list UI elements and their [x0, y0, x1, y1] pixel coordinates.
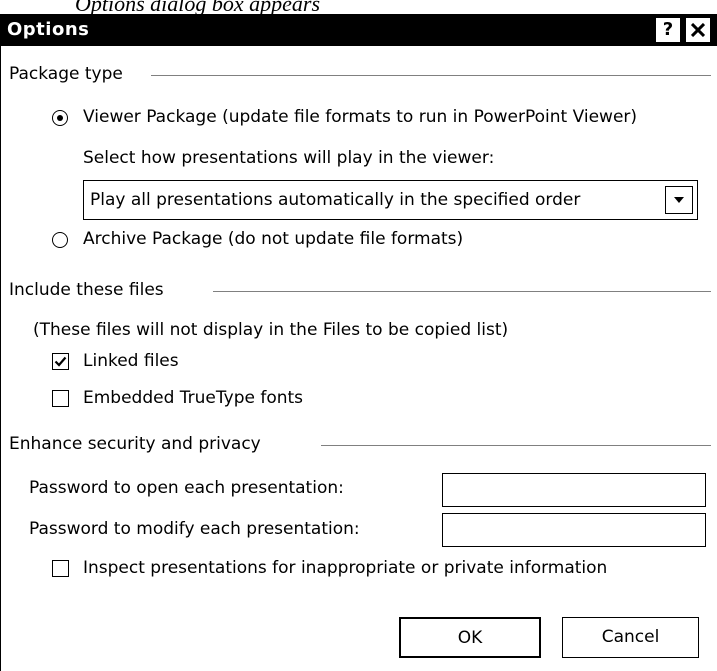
open-password-field[interactable] [442, 473, 706, 507]
linked-files-label[interactable]: Linked files [83, 351, 179, 371]
modify-password-field[interactable] [442, 513, 706, 547]
title-bar: Options ? [1, 14, 717, 46]
dialog-title: Options [7, 19, 90, 40]
include-files-note: (These files will not display in the Fil… [33, 320, 509, 340]
linked-files-checkbox[interactable] [52, 353, 69, 370]
package-type-heading: Package type [9, 64, 123, 84]
inspect-label[interactable]: Inspect presentations for inappropriate … [83, 558, 607, 578]
inspect-checkbox[interactable] [52, 560, 69, 577]
archive-package-label[interactable]: Archive Package (do not update file form… [83, 229, 463, 249]
close-button[interactable] [686, 18, 710, 42]
close-icon [691, 23, 705, 37]
help-button[interactable]: ? [656, 18, 680, 42]
chevron-down-icon [674, 197, 684, 203]
dropdown-arrow-button[interactable] [665, 186, 693, 214]
archive-package-radio[interactable] [52, 232, 68, 248]
open-password-label: Password to open each presentation: [29, 478, 344, 498]
embedded-fonts-label[interactable]: Embedded TrueType fonts [83, 388, 303, 408]
options-dialog: Options ? Package type Viewer Package (u… [0, 14, 717, 671]
play-mode-dropdown[interactable]: Play all presentations automatically in … [83, 180, 698, 220]
cancel-button[interactable]: Cancel [562, 617, 699, 658]
modify-password-label: Password to modify each presentation: [29, 519, 360, 539]
play-mode-value: Play all presentations automatically in … [90, 190, 581, 210]
package-type-divider [151, 75, 711, 77]
include-files-heading: Include these files [9, 280, 164, 300]
select-play-prompt: Select how presentations will play in th… [83, 148, 495, 168]
embedded-fonts-checkbox[interactable] [52, 390, 69, 407]
radio-dot-icon [57, 115, 63, 121]
security-heading: Enhance security and privacy [9, 434, 261, 454]
include-files-divider [213, 291, 711, 293]
checkmark-icon [54, 356, 67, 367]
ok-button[interactable]: OK [399, 617, 541, 658]
security-divider [321, 445, 711, 447]
viewer-package-label[interactable]: Viewer Package (update file formats to r… [83, 107, 637, 127]
viewer-package-radio[interactable] [52, 110, 68, 126]
